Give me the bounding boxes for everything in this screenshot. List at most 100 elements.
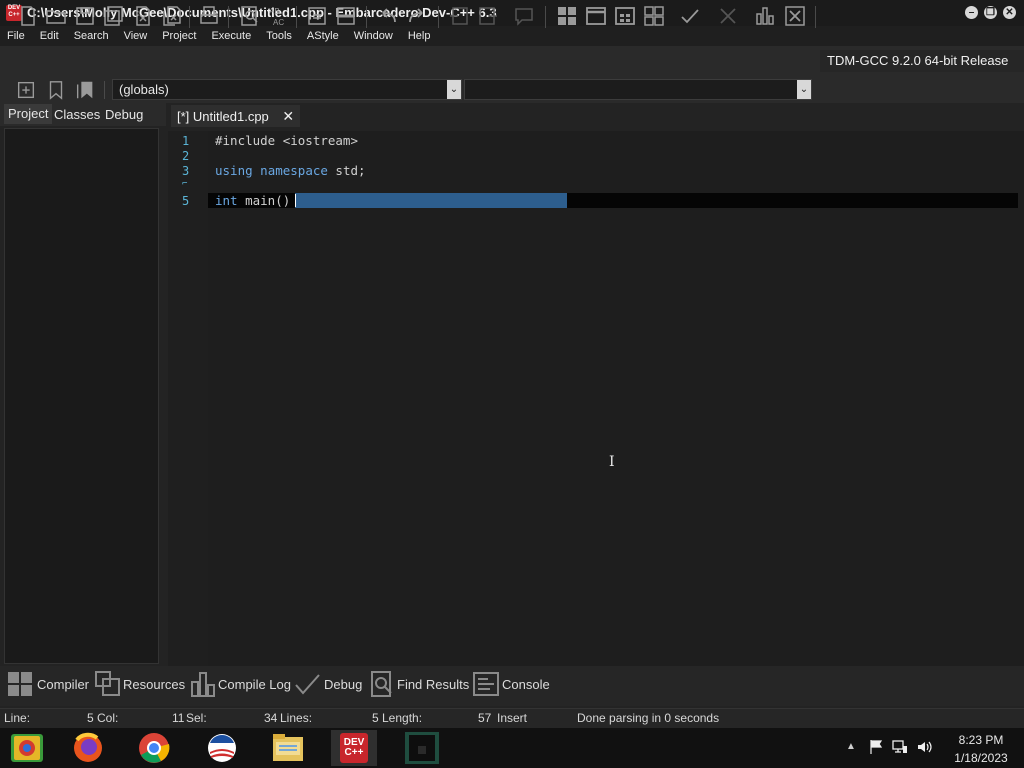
close-all-icon[interactable] [160, 4, 184, 28]
debug-check-icon[interactable] [293, 670, 321, 698]
console-icon[interactable] [472, 670, 500, 698]
clock-date[interactable]: 1/18/2023 [946, 751, 1016, 765]
svg-text:AC: AC [273, 18, 284, 27]
insert-icon[interactable] [15, 79, 37, 101]
compiler-icon[interactable] [6, 670, 34, 698]
ibeam-cursor-icon: I [609, 454, 615, 470]
minimize-button[interactable]: – [965, 6, 978, 19]
toolbar-separator [189, 6, 190, 28]
status-sel-value: 34 [264, 711, 278, 725]
tab-resources[interactable]: Resources [123, 677, 185, 692]
toolbar-separator [545, 6, 546, 28]
delete-profile-icon[interactable] [783, 4, 807, 28]
unindent-icon[interactable] [476, 4, 500, 28]
tab-debug-output[interactable]: Debug [324, 677, 362, 692]
run-icon[interactable] [584, 4, 608, 28]
member-combobox[interactable]: ⌄ [464, 79, 812, 100]
tab-classes[interactable]: Classes [54, 107, 100, 122]
chevron-up-icon[interactable]: ▲ [846, 741, 856, 752]
obama-logo-icon[interactable] [199, 730, 245, 766]
toolbar-separator [815, 6, 816, 28]
fold-marker[interactable]: ⌐ [182, 179, 187, 189]
code-line-1: #include <iostream> [215, 133, 358, 148]
toolbar-separator [228, 6, 229, 28]
tab-debug[interactable]: Debug [105, 107, 143, 122]
speaker-icon[interactable] [916, 739, 932, 755]
menu-file[interactable]: File [0, 30, 33, 42]
toolbar-separator [366, 6, 367, 28]
print-icon[interactable] [197, 4, 221, 28]
terminal-icon[interactable] [399, 730, 445, 766]
restore-button[interactable]: ❐ [984, 6, 997, 19]
goto-line-icon[interactable] [305, 4, 329, 28]
menu-execute[interactable]: Execute [204, 30, 259, 42]
project-tree[interactable] [4, 128, 159, 664]
bookmark-icon[interactable] [45, 79, 67, 101]
text-caret [295, 194, 296, 207]
stop-execution-icon[interactable] [716, 4, 740, 28]
undo-icon[interactable] [376, 4, 400, 28]
status-line-label: Line: [4, 711, 31, 725]
find-results-icon[interactable] [369, 670, 397, 698]
network-icon[interactable] [892, 739, 908, 755]
tab-untitled1[interactable]: [*] Untitled1.cpp ✕ [171, 105, 301, 127]
tab-find-results[interactable]: Find Results [397, 677, 469, 692]
menu-project[interactable]: Project [155, 30, 204, 42]
compile-run-icon[interactable] [613, 4, 637, 28]
keyword: namespace [260, 163, 328, 178]
save-icon[interactable] [73, 4, 97, 28]
close-file-icon[interactable] [131, 4, 155, 28]
redo-icon[interactable] [405, 4, 429, 28]
menu-window[interactable]: Window [347, 30, 401, 42]
status-insert-mode: Insert [497, 711, 528, 725]
scope-combobox[interactable]: (globals) ⌄ [112, 79, 462, 100]
syntax-check-icon[interactable] [678, 4, 702, 28]
save-all-icon[interactable] [102, 4, 126, 28]
chrome-icon[interactable] [131, 730, 177, 766]
menu-help[interactable]: Help [401, 30, 439, 42]
resources-icon[interactable] [94, 670, 122, 698]
menu-search[interactable]: Search [67, 30, 117, 42]
menu-view[interactable]: View [117, 30, 156, 42]
devcpp-icon[interactable]: DEV C++ [331, 730, 377, 766]
replace-icon[interactable]: AB AC [266, 4, 290, 28]
new-file-icon[interactable] [16, 4, 40, 28]
clock-time[interactable]: 8:23 PM [951, 733, 1011, 747]
tab-compiler[interactable]: Compiler [37, 677, 89, 692]
chevron-down-icon[interactable]: ⌄ [447, 80, 461, 99]
indent-icon[interactable] [447, 4, 471, 28]
menu-astyle[interactable]: AStyle [300, 30, 347, 42]
line-number: 1 [182, 134, 190, 148]
goto-bookmark-icon[interactable] [74, 79, 96, 101]
devcpp-icon-label: DEV C++ [343, 737, 365, 758]
start-icon[interactable] [4, 730, 50, 766]
menu-edit[interactable]: Edit [33, 30, 67, 42]
close-tab-icon[interactable]: ✕ [282, 108, 294, 124]
menu-tools[interactable]: Tools [259, 30, 300, 42]
compiler-select[interactable]: TDM-GCC 9.2.0 64-bit Release [820, 50, 1024, 72]
tab-compile-log[interactable]: Compile Log [218, 677, 291, 692]
menu-bar: File Edit Search View Project Execute To… [0, 26, 1024, 46]
chevron-down-icon[interactable]: ⌄ [797, 80, 811, 99]
code-line-5: int main() [215, 193, 290, 208]
tab-console[interactable]: Console [502, 677, 550, 692]
file-explorer-icon[interactable] [265, 730, 311, 766]
flag-icon[interactable] [868, 739, 884, 755]
compile-icon[interactable] [555, 4, 579, 28]
toggle-split-icon[interactable] [334, 4, 358, 28]
toolbar-separator [296, 6, 297, 28]
open-folder-icon[interactable] [44, 4, 68, 28]
line-number: 5 [182, 194, 190, 208]
profile-analysis-icon[interactable] [753, 4, 777, 28]
rebuild-all-icon[interactable] [642, 4, 666, 28]
file-tab-label: [*] Untitled1.cpp [177, 109, 269, 124]
status-col-value: 11 [172, 711, 185, 725]
find-icon[interactable] [238, 4, 262, 28]
code-editor[interactable] [208, 131, 1024, 666]
comment-icon[interactable] [512, 4, 536, 28]
firefox-icon[interactable] [65, 730, 111, 766]
tab-project[interactable]: Project [4, 104, 53, 124]
compile-log-icon[interactable] [189, 670, 217, 698]
close-button[interactable]: ✕ [1003, 6, 1016, 19]
status-length-label: Length: [382, 711, 423, 725]
